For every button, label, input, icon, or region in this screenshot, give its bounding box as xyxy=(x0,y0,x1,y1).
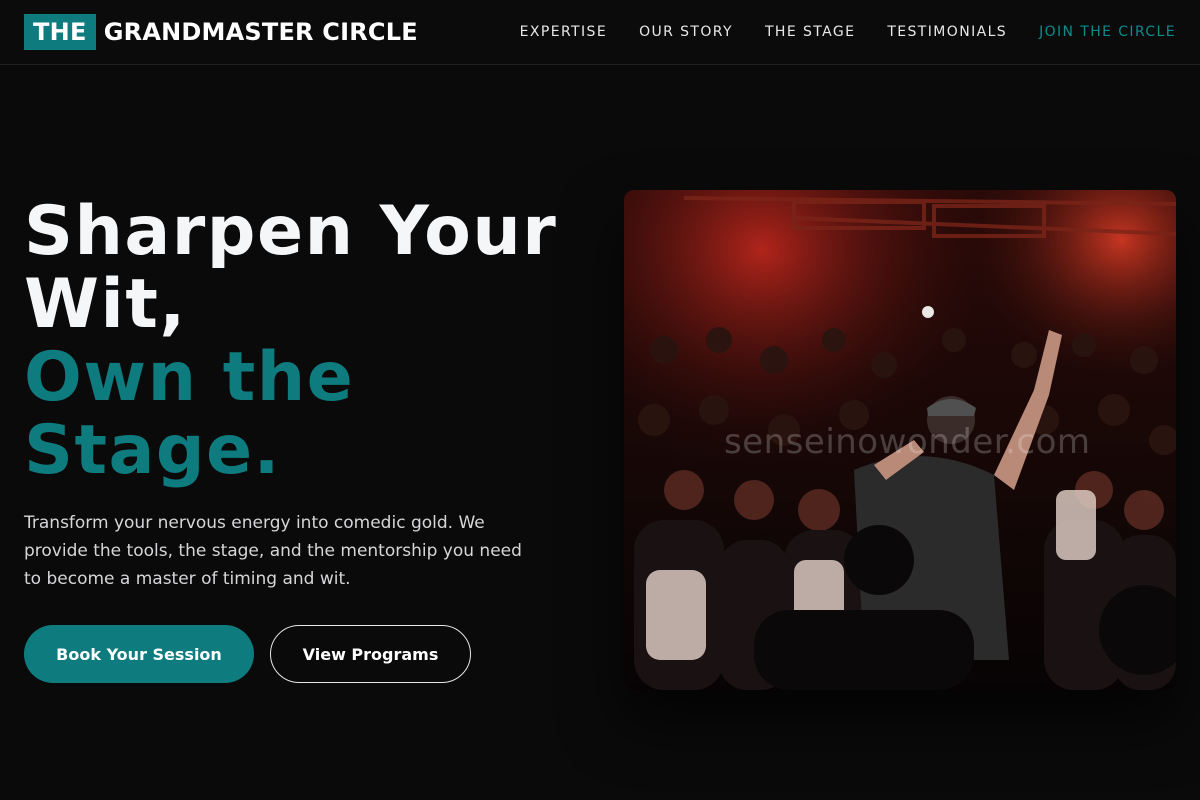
book-session-button[interactable]: Book Your Session xyxy=(24,625,254,683)
nav-link-testimonials[interactable]: TESTIMONIALS xyxy=(887,22,1007,42)
headline-line-3: Own the xyxy=(24,338,355,417)
headline-line-1: Sharpen Your xyxy=(24,192,558,271)
headline-line-4: Stage. xyxy=(24,411,281,490)
photo-watermark: senseinowonder.com xyxy=(724,422,1091,462)
hero-lead-text: Transform your nervous energy into comed… xyxy=(24,513,522,589)
brand-logo[interactable]: THE GRANDMASTER CIRCLE xyxy=(24,14,418,50)
main-nav: EXPERTISE OUR STORY THE STAGE TESTIMONIA… xyxy=(488,22,1176,42)
top-nav-bar: THE GRANDMASTER CIRCLE EXPERTISE OUR STO… xyxy=(0,0,1200,65)
nav-link-our-story[interactable]: OUR STORY xyxy=(639,22,733,42)
view-programs-button[interactable]: View Programs xyxy=(270,625,471,683)
logo-text: GRANDMASTER CIRCLE xyxy=(103,18,418,46)
nav-link-the-stage[interactable]: THE STAGE xyxy=(765,22,855,42)
logo-mark: THE xyxy=(24,14,96,50)
hero-headline-block: Sharpen Your Wit, Own the Stage. xyxy=(24,195,604,487)
hero-headline: Sharpen Your Wit, Own the Stage. xyxy=(24,195,604,487)
hero-photo: senseinowonder.com xyxy=(624,190,1176,690)
nav-link-expertise[interactable]: EXPERTISE xyxy=(520,22,607,42)
nav-link-join-the-circle[interactable]: JOIN THE CIRCLE xyxy=(1039,22,1176,42)
headline-line-2: Wit, xyxy=(24,265,187,344)
